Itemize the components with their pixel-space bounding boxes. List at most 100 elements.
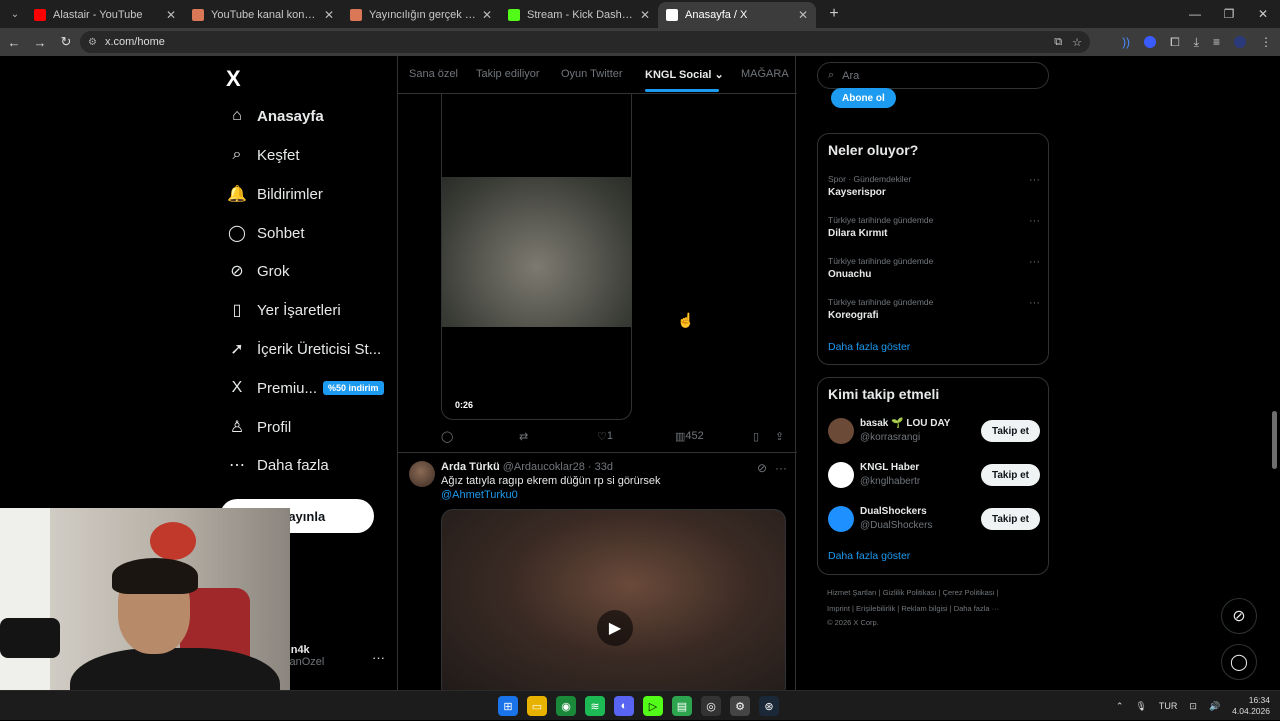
- nav-item-0[interactable]: ⌂ Anasayfa: [226, 101, 324, 131]
- subscribe-button[interactable]: Abone ol: [831, 88, 896, 108]
- nav-item-1[interactable]: ⌕ Keşfet: [226, 140, 300, 170]
- footer-links[interactable]: Hizmet Şartları | Gizlilik Politikası | …: [827, 588, 999, 597]
- avatar[interactable]: [409, 461, 435, 487]
- grok-icon[interactable]: ⊘: [757, 461, 767, 475]
- more-options-icon[interactable]: ···: [775, 461, 787, 475]
- avatar[interactable]: [828, 462, 854, 488]
- trend-more-icon[interactable]: ···: [1029, 215, 1040, 227]
- grok-fab-icon[interactable]: ⊘: [1221, 598, 1257, 634]
- tab-close-icon[interactable]: ✕: [324, 8, 334, 22]
- like-button[interactable]: ♡ 1: [597, 430, 613, 443]
- back-icon[interactable]: ←: [2, 35, 26, 50]
- extension-dot-icon[interactable]: [1144, 36, 1157, 48]
- bookmark-star-icon[interactable]: ☆: [1072, 36, 1082, 49]
- tab-takip-ediliyor[interactable]: Takip ediliyor: [476, 68, 540, 80]
- tweet-mention[interactable]: @AhmetTurku0: [441, 489, 518, 501]
- menu-dots-icon[interactable]: ⋮: [1260, 35, 1272, 49]
- profile-avatar-icon[interactable]: [1234, 36, 1246, 48]
- trend-item[interactable]: Türkiye tarihinde gündemde Onuachu ···: [828, 256, 1040, 280]
- who-show-more[interactable]: Daha fazla göster: [828, 550, 910, 562]
- avatar[interactable]: [828, 506, 854, 532]
- browser-tab[interactable]: Alastair - YouTube ✕: [26, 2, 184, 28]
- trend-item[interactable]: Türkiye tarihinde gündemde Dilara Kırmıt…: [828, 215, 1040, 239]
- share-icon[interactable]: ⇪: [775, 430, 784, 443]
- trend-item[interactable]: Türkiye tarihinde gündemde Koreografi ··…: [828, 297, 1040, 321]
- tweet-author-handle[interactable]: @Ardaucoklar28 · 33d: [503, 461, 613, 473]
- clock[interactable]: 16:34 4.04.2026: [1232, 695, 1270, 717]
- language-indicator[interactable]: TUR: [1159, 701, 1178, 711]
- restore-icon[interactable]: ❐: [1212, 0, 1246, 28]
- site-info-icon[interactable]: ⚙: [88, 37, 97, 48]
- messages-fab-icon[interactable]: ◯: [1221, 644, 1257, 680]
- follow-suggestion[interactable]: basak 🌱 LOU DAY @korrasrangi Takip et: [828, 416, 1040, 446]
- tweet-video[interactable]: 0:26: [441, 94, 632, 420]
- tweet-author-name[interactable]: Arda Türkü: [441, 461, 500, 473]
- nav-item-4[interactable]: ⊘ Grok: [226, 256, 289, 286]
- trends-show-more[interactable]: Daha fazla göster: [828, 341, 910, 353]
- puzzle-icon[interactable]: ⧠: [1170, 35, 1180, 50]
- bookmark-icon[interactable]: ▯: [753, 430, 759, 443]
- account-switcher[interactable]: nn4k canOzel: [284, 644, 324, 668]
- download-icon[interactable]: ⤓: [1194, 35, 1199, 50]
- forward-icon[interactable]: →: [28, 35, 52, 50]
- trend-more-icon[interactable]: ···: [1029, 297, 1040, 309]
- nav-item-7[interactable]: X Premiu... %50 indirim: [226, 373, 384, 403]
- discord-icon[interactable]: ◐: [614, 696, 634, 716]
- chrome-icon[interactable]: ◉: [556, 696, 576, 716]
- tray-chevron-icon[interactable]: ⌃: [1116, 701, 1124, 712]
- nav-item-3[interactable]: ◯ Sohbet: [226, 218, 305, 248]
- follow-button[interactable]: Takip et: [981, 420, 1040, 442]
- tab-sana-ozel[interactable]: Sana özel: [409, 68, 458, 80]
- obs-icon[interactable]: ◎: [701, 696, 721, 716]
- extension-icon[interactable]: )): [1122, 35, 1130, 49]
- tab-close-icon[interactable]: ✕: [166, 8, 176, 22]
- minimize-icon[interactable]: —: [1178, 0, 1212, 28]
- trend-more-icon[interactable]: ···: [1029, 174, 1040, 186]
- retweet-icon[interactable]: ⇄: [519, 430, 528, 443]
- browser-tab[interactable]: Stream - Kick Dashboard ✕: [500, 2, 658, 28]
- follow-button[interactable]: Takip et: [981, 464, 1040, 486]
- tab-close-icon[interactable]: ✕: [640, 8, 650, 22]
- file-explorer-icon[interactable]: ▭: [527, 696, 547, 716]
- nav-item-8[interactable]: ♙ Profil: [226, 412, 291, 442]
- start-icon[interactable]: ⊞: [498, 696, 518, 716]
- tab-close-icon[interactable]: ✕: [482, 8, 492, 22]
- reply-icon[interactable]: ◯: [441, 430, 453, 443]
- scrollbar[interactable]: [1272, 411, 1277, 469]
- install-app-icon[interactable]: ⧉: [1054, 36, 1062, 49]
- network-icon[interactable]: ⊡: [1189, 701, 1197, 712]
- tab-kngl-social[interactable]: KNGL Social ⌄: [645, 68, 724, 81]
- views-button[interactable]: ▥ 452: [675, 430, 704, 443]
- trend-more-icon[interactable]: ···: [1029, 256, 1040, 268]
- address-bar[interactable]: ⚙ x.com/home ⧉ ☆: [80, 31, 1090, 53]
- account-more-icon[interactable]: ···: [372, 650, 385, 665]
- nav-item-6[interactable]: ➚ İçerik Üreticisi St...: [226, 334, 381, 364]
- kick-icon[interactable]: ▷: [643, 696, 663, 716]
- browser-tab[interactable]: Anasayfa / X ✕: [658, 2, 816, 28]
- trend-item[interactable]: Spor · Gündemdekiler Kayserispor ···: [828, 174, 1040, 198]
- footer-links-2[interactable]: Imprint | Erişilebilirlik | Reklam bilgi…: [827, 604, 999, 613]
- follow-suggestion[interactable]: KNGL Haber @knglhabertr Takip et: [828, 460, 1040, 490]
- new-tab-button[interactable]: +: [822, 5, 846, 23]
- follow-suggestion[interactable]: DualShockers @DualShockers Takip et: [828, 504, 1040, 534]
- play-icon[interactable]: ▶: [597, 610, 633, 646]
- nav-item-9[interactable]: ⋯ Daha fazla: [226, 450, 329, 480]
- follow-button[interactable]: Takip et: [981, 508, 1040, 530]
- browser-tab[interactable]: YouTube kanal konumlandırma ✕: [184, 2, 342, 28]
- tweet-video-2[interactable]: ▶: [441, 509, 786, 690]
- tab-oyun-twitter[interactable]: Oyun Twitter: [561, 68, 623, 80]
- notes-icon[interactable]: ▤: [672, 696, 692, 716]
- steam-icon[interactable]: ⊛: [759, 696, 779, 716]
- reload-icon[interactable]: ↻: [54, 34, 78, 50]
- mic-icon[interactable]: 🎙: [1135, 701, 1146, 712]
- nav-item-5[interactable]: ▯ Yer İşaretleri: [226, 295, 341, 325]
- spotify-icon[interactable]: ≋: [585, 696, 605, 716]
- media-icon[interactable]: ≡: [1213, 35, 1220, 49]
- nav-item-2[interactable]: 🔔 Bildirimler: [226, 179, 323, 209]
- tab-search-icon[interactable]: ⌄: [4, 3, 26, 25]
- close-window-icon[interactable]: ✕: [1246, 0, 1280, 28]
- settings-icon[interactable]: ⚙: [730, 696, 750, 716]
- avatar[interactable]: [828, 418, 854, 444]
- tab-close-icon[interactable]: ✕: [798, 8, 808, 22]
- browser-tab[interactable]: Yayıncılığın gerçek hazırlığı - Cl ✕: [342, 2, 500, 28]
